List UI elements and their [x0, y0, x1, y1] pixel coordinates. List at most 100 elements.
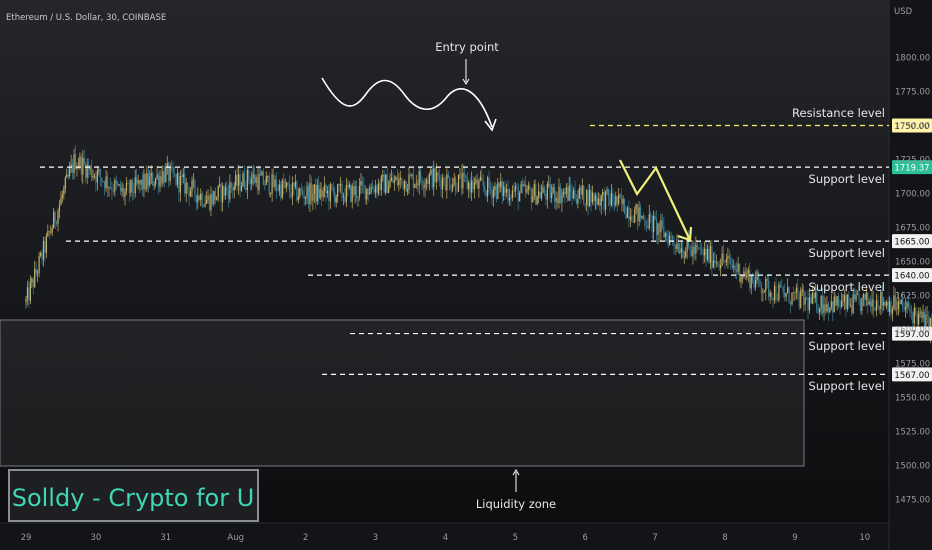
- candle-body: [450, 189, 452, 190]
- candle-body: [315, 184, 317, 202]
- candle-body: [596, 195, 598, 205]
- candle-body: [740, 276, 742, 282]
- candle-body: [178, 172, 180, 193]
- candle-body: [622, 198, 624, 205]
- candle-body: [131, 179, 133, 193]
- candle-body: [335, 196, 337, 203]
- candle-body: [175, 174, 177, 185]
- candle-body: [888, 301, 891, 312]
- candle-body: [457, 174, 460, 192]
- candle-body: [140, 179, 142, 185]
- candle-body: [441, 177, 444, 190]
- candle-body: [787, 287, 789, 293]
- candle-body: [256, 177, 259, 191]
- candle-body: [734, 266, 736, 271]
- candle-body: [67, 174, 69, 177]
- candle-body: [685, 251, 687, 257]
- candle-body: [117, 183, 119, 186]
- candle-body: [230, 182, 232, 188]
- candle-body: [824, 304, 827, 312]
- candle-body: [648, 214, 650, 229]
- candle-body: [122, 187, 125, 197]
- candle-body: [711, 246, 713, 268]
- candle-body: [422, 186, 425, 189]
- candle-body: [918, 313, 920, 325]
- candle-body: [47, 231, 49, 236]
- candle-body: [261, 171, 263, 176]
- candle-body: [201, 193, 203, 206]
- candle-body: [291, 182, 294, 198]
- candle-body: [753, 281, 755, 288]
- candle-body: [507, 188, 509, 201]
- candle-body: [294, 181, 297, 187]
- candle-body: [109, 187, 112, 189]
- candle-body: [817, 310, 819, 313]
- candle-body: [105, 176, 107, 189]
- candle-body: [756, 272, 758, 280]
- candle-body: [851, 304, 853, 314]
- candle-body: [191, 180, 193, 192]
- candle-body: [310, 182, 313, 201]
- candle-body: [794, 291, 796, 294]
- candle-body: [485, 190, 487, 197]
- candle-body: [138, 180, 141, 185]
- candle-body: [427, 180, 429, 185]
- candle-body: [437, 172, 439, 176]
- candle-body: [559, 186, 562, 203]
- price-chart[interactable]: 1750.00Resistance level1719.37Support le…: [0, 0, 932, 550]
- candle-body: [530, 189, 532, 203]
- candle-body: [789, 303, 792, 305]
- candle-body: [644, 218, 646, 226]
- candle-body: [858, 293, 860, 300]
- candle-body: [629, 216, 631, 220]
- candle-body: [347, 185, 349, 188]
- candle-body: [494, 186, 496, 191]
- candle-body: [460, 174, 463, 189]
- candle-body: [224, 187, 227, 196]
- candle-body: [211, 194, 213, 204]
- candle-body: [233, 186, 235, 191]
- support-level-label: Support level: [809, 172, 885, 186]
- candle-body: [325, 184, 327, 194]
- candle-body: [319, 189, 321, 199]
- candle-body: [50, 232, 52, 234]
- candle-body: [331, 184, 333, 189]
- candle-body: [612, 193, 614, 203]
- candle-body: [683, 256, 685, 258]
- price-tick-label: 1575.00: [895, 360, 930, 370]
- time-tick-label: Aug: [227, 533, 244, 543]
- candle-body: [374, 186, 377, 193]
- candle-body: [326, 190, 329, 194]
- candle-body: [64, 177, 66, 189]
- candle-body: [185, 182, 187, 194]
- support-level-label: Support level: [809, 379, 885, 393]
- candle-body: [571, 192, 573, 199]
- candle-body: [625, 213, 627, 218]
- candle-body: [519, 192, 521, 202]
- candle-body: [698, 247, 700, 249]
- candle-body: [890, 301, 892, 315]
- time-tick-label: 3: [373, 533, 378, 543]
- candle-body: [660, 220, 662, 233]
- candle-body: [650, 214, 652, 216]
- candle-body: [453, 178, 455, 185]
- candle-body: [155, 178, 157, 185]
- candle-body: [404, 181, 406, 190]
- candle-body: [251, 178, 253, 184]
- candle-body: [149, 176, 151, 186]
- candle-body: [389, 180, 391, 187]
- candle-body: [465, 174, 467, 178]
- candle-body: [706, 248, 709, 260]
- candle-body: [666, 233, 668, 237]
- candle-body: [823, 304, 825, 314]
- candle-body: [674, 245, 677, 249]
- candle-body: [270, 193, 272, 195]
- candle-body: [637, 204, 639, 222]
- candle-body: [153, 184, 155, 186]
- candle-body: [639, 207, 642, 219]
- candle-body: [353, 185, 355, 195]
- candle-body: [741, 276, 744, 278]
- candle-body: [277, 190, 279, 192]
- candle-body: [187, 182, 189, 189]
- candle-body: [446, 174, 448, 190]
